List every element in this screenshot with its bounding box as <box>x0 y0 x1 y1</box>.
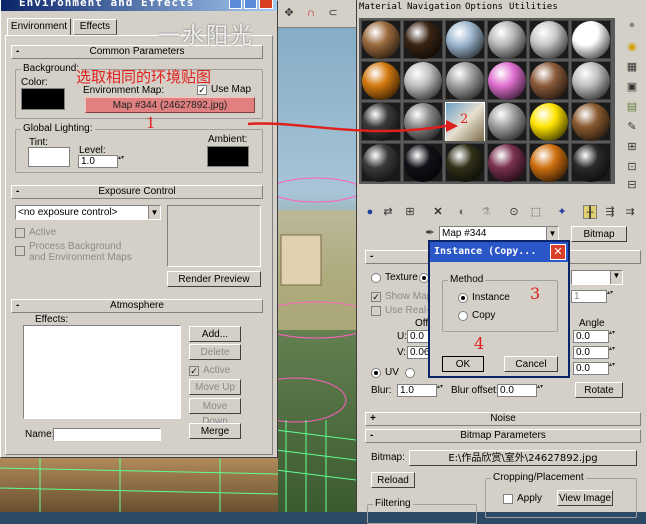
arrow-annotation <box>247 120 458 133</box>
